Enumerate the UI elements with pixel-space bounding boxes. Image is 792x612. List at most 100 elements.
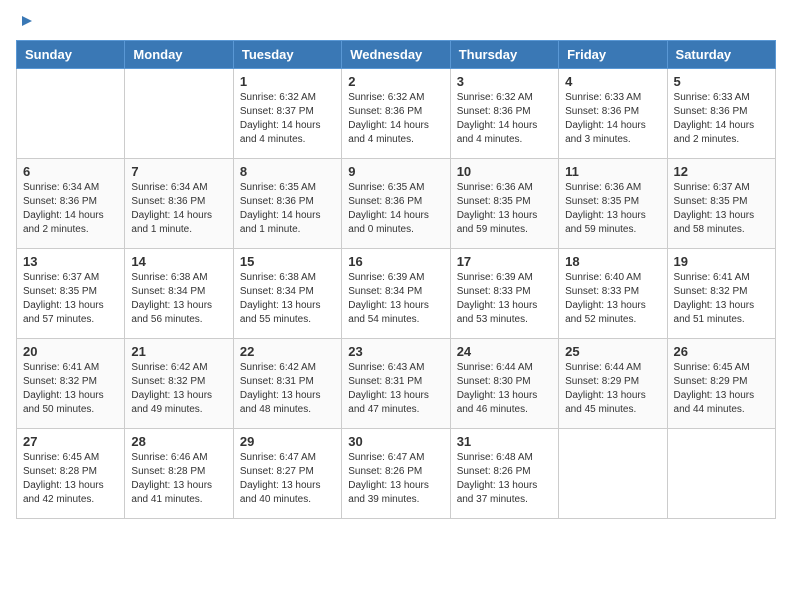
calendar-cell: 27 Sunrise: 6:45 AM Sunset: 8:28 PM Dayli… bbox=[17, 429, 125, 519]
cell-content: Sunrise: 6:47 AM Sunset: 8:27 PM Dayligh… bbox=[240, 451, 335, 507]
day-number: 11 bbox=[565, 164, 660, 179]
cell-content: Sunrise: 6:35 AM Sunset: 8:36 PM Dayligh… bbox=[240, 181, 335, 237]
day-number: 1 bbox=[240, 74, 335, 89]
calendar-cell: 20 Sunrise: 6:41 AM Sunset: 8:32 PM Dayli… bbox=[17, 339, 125, 429]
calendar-cell: 22 Sunrise: 6:42 AM Sunset: 8:31 PM Dayli… bbox=[233, 339, 341, 429]
cell-content: Sunrise: 6:41 AM Sunset: 8:32 PM Dayligh… bbox=[23, 361, 118, 417]
calendar-week-row: 20 Sunrise: 6:41 AM Sunset: 8:32 PM Dayli… bbox=[17, 339, 776, 429]
cell-content: Sunrise: 6:39 AM Sunset: 8:34 PM Dayligh… bbox=[348, 271, 443, 327]
day-number: 22 bbox=[240, 344, 335, 359]
calendar-cell: 31Sunrise: 6:48 AM Sunset: 8:26 PM Dayli… bbox=[450, 429, 558, 519]
calendar-week-row: 13 Sunrise: 6:37 AM Sunset: 8:35 PM Dayli… bbox=[17, 249, 776, 339]
cell-content: Sunrise: 6:34 AM Sunset: 8:36 PM Dayligh… bbox=[23, 181, 118, 237]
cell-content: Sunrise: 6:35 AM Sunset: 8:36 PM Dayligh… bbox=[348, 181, 443, 237]
weekday-header: Friday bbox=[559, 41, 667, 69]
calendar-cell: 6 Sunrise: 6:34 AM Sunset: 8:36 PM Daylig… bbox=[17, 159, 125, 249]
day-number: 10 bbox=[457, 164, 552, 179]
calendar-cell: 28Sunrise: 6:46 AM Sunset: 8:28 PM Dayli… bbox=[125, 429, 233, 519]
calendar-cell: 14Sunrise: 6:38 AM Sunset: 8:34 PM Dayli… bbox=[125, 249, 233, 339]
cell-content: Sunrise: 6:32 AM Sunset: 8:36 PM Dayligh… bbox=[457, 91, 552, 147]
day-number: 25 bbox=[565, 344, 660, 359]
day-number: 6 bbox=[23, 164, 118, 179]
day-number: 31 bbox=[457, 434, 552, 449]
calendar-cell bbox=[17, 69, 125, 159]
weekday-header: Sunday bbox=[17, 41, 125, 69]
calendar-cell: 13 Sunrise: 6:37 AM Sunset: 8:35 PM Dayli… bbox=[17, 249, 125, 339]
day-number: 17 bbox=[457, 254, 552, 269]
calendar-cell: 3 Sunrise: 6:32 AM Sunset: 8:36 PM Daylig… bbox=[450, 69, 558, 159]
weekday-header: Tuesday bbox=[233, 41, 341, 69]
day-number: 2 bbox=[348, 74, 443, 89]
cell-content: Sunrise: 6:33 AM Sunset: 8:36 PM Dayligh… bbox=[674, 91, 769, 147]
calendar-cell: 5 Sunrise: 6:33 AM Sunset: 8:36 PM Daylig… bbox=[667, 69, 775, 159]
calendar-cell: 10 Sunrise: 6:36 AM Sunset: 8:35 PM Dayli… bbox=[450, 159, 558, 249]
day-number: 13 bbox=[23, 254, 118, 269]
calendar-cell: 4 Sunrise: 6:33 AM Sunset: 8:36 PM Daylig… bbox=[559, 69, 667, 159]
calendar-cell: 16 Sunrise: 6:39 AM Sunset: 8:34 PM Dayli… bbox=[342, 249, 450, 339]
calendar-table: SundayMondayTuesdayWednesdayThursdayFrid… bbox=[16, 40, 776, 519]
logo-icon bbox=[18, 12, 36, 30]
calendar-cell bbox=[125, 69, 233, 159]
day-number: 26 bbox=[674, 344, 769, 359]
calendar-cell: 9 Sunrise: 6:35 AM Sunset: 8:36 PM Daylig… bbox=[342, 159, 450, 249]
cell-content: Sunrise: 6:47 AM Sunset: 8:26 PM Dayligh… bbox=[348, 451, 443, 507]
cell-content: Sunrise: 6:32 AM Sunset: 8:37 PM Dayligh… bbox=[240, 91, 335, 147]
cell-content: Sunrise: 6:38 AM Sunset: 8:34 PM Dayligh… bbox=[240, 271, 335, 327]
calendar-cell: 2 Sunrise: 6:32 AM Sunset: 8:36 PM Daylig… bbox=[342, 69, 450, 159]
calendar-cell: 21Sunrise: 6:42 AM Sunset: 8:32 PM Dayli… bbox=[125, 339, 233, 429]
cell-content: Sunrise: 6:33 AM Sunset: 8:36 PM Dayligh… bbox=[565, 91, 660, 147]
logo bbox=[16, 16, 36, 30]
calendar-cell: 26 Sunrise: 6:45 AM Sunset: 8:29 PM Dayli… bbox=[667, 339, 775, 429]
calendar-cell: 8Sunrise: 6:35 AM Sunset: 8:36 PM Daylig… bbox=[233, 159, 341, 249]
day-number: 4 bbox=[565, 74, 660, 89]
day-number: 15 bbox=[240, 254, 335, 269]
cell-content: Sunrise: 6:39 AM Sunset: 8:33 PM Dayligh… bbox=[457, 271, 552, 327]
calendar-cell: 12Sunrise: 6:37 AM Sunset: 8:35 PM Dayli… bbox=[667, 159, 775, 249]
day-number: 3 bbox=[457, 74, 552, 89]
weekday-header: Wednesday bbox=[342, 41, 450, 69]
cell-content: Sunrise: 6:46 AM Sunset: 8:28 PM Dayligh… bbox=[131, 451, 226, 507]
day-number: 7 bbox=[131, 164, 226, 179]
cell-content: Sunrise: 6:36 AM Sunset: 8:35 PM Dayligh… bbox=[565, 181, 660, 237]
calendar-cell: 17 Sunrise: 6:39 AM Sunset: 8:33 PM Dayli… bbox=[450, 249, 558, 339]
cell-content: Sunrise: 6:44 AM Sunset: 8:29 PM Dayligh… bbox=[565, 361, 660, 417]
cell-content: Sunrise: 6:43 AM Sunset: 8:31 PM Dayligh… bbox=[348, 361, 443, 417]
calendar-cell: 1 Sunrise: 6:32 AM Sunset: 8:37 PM Daylig… bbox=[233, 69, 341, 159]
calendar-cell bbox=[559, 429, 667, 519]
weekday-header: Thursday bbox=[450, 41, 558, 69]
calendar-cell: 24Sunrise: 6:44 AM Sunset: 8:30 PM Dayli… bbox=[450, 339, 558, 429]
cell-content: Sunrise: 6:34 AM Sunset: 8:36 PM Dayligh… bbox=[131, 181, 226, 237]
day-number: 20 bbox=[23, 344, 118, 359]
cell-content: Sunrise: 6:32 AM Sunset: 8:36 PM Dayligh… bbox=[348, 91, 443, 147]
calendar-cell: 23 Sunrise: 6:43 AM Sunset: 8:31 PM Dayli… bbox=[342, 339, 450, 429]
cell-content: Sunrise: 6:45 AM Sunset: 8:28 PM Dayligh… bbox=[23, 451, 118, 507]
calendar-cell: 15 Sunrise: 6:38 AM Sunset: 8:34 PM Dayli… bbox=[233, 249, 341, 339]
day-number: 12 bbox=[674, 164, 769, 179]
cell-content: Sunrise: 6:40 AM Sunset: 8:33 PM Dayligh… bbox=[565, 271, 660, 327]
calendar-cell: 29 Sunrise: 6:47 AM Sunset: 8:27 PM Dayli… bbox=[233, 429, 341, 519]
day-number: 19 bbox=[674, 254, 769, 269]
cell-content: Sunrise: 6:42 AM Sunset: 8:32 PM Dayligh… bbox=[131, 361, 226, 417]
cell-content: Sunrise: 6:36 AM Sunset: 8:35 PM Dayligh… bbox=[457, 181, 552, 237]
page-header bbox=[16, 16, 776, 30]
cell-content: Sunrise: 6:38 AM Sunset: 8:34 PM Dayligh… bbox=[131, 271, 226, 327]
cell-content: Sunrise: 6:42 AM Sunset: 8:31 PM Dayligh… bbox=[240, 361, 335, 417]
calendar-cell: 7 Sunrise: 6:34 AM Sunset: 8:36 PM Daylig… bbox=[125, 159, 233, 249]
cell-content: Sunrise: 6:45 AM Sunset: 8:29 PM Dayligh… bbox=[674, 361, 769, 417]
calendar-cell: 18 Sunrise: 6:40 AM Sunset: 8:33 PM Dayli… bbox=[559, 249, 667, 339]
calendar-cell bbox=[667, 429, 775, 519]
calendar-cell: 30 Sunrise: 6:47 AM Sunset: 8:26 PM Dayli… bbox=[342, 429, 450, 519]
cell-content: Sunrise: 6:41 AM Sunset: 8:32 PM Dayligh… bbox=[674, 271, 769, 327]
day-number: 18 bbox=[565, 254, 660, 269]
weekday-header: Monday bbox=[125, 41, 233, 69]
cell-content: Sunrise: 6:37 AM Sunset: 8:35 PM Dayligh… bbox=[23, 271, 118, 327]
day-number: 29 bbox=[240, 434, 335, 449]
day-number: 5 bbox=[674, 74, 769, 89]
day-number: 30 bbox=[348, 434, 443, 449]
day-number: 23 bbox=[348, 344, 443, 359]
day-number: 16 bbox=[348, 254, 443, 269]
calendar-cell: 11 Sunrise: 6:36 AM Sunset: 8:35 PM Dayli… bbox=[559, 159, 667, 249]
cell-content: Sunrise: 6:44 AM Sunset: 8:30 PM Dayligh… bbox=[457, 361, 552, 417]
day-number: 27 bbox=[23, 434, 118, 449]
day-number: 9 bbox=[348, 164, 443, 179]
